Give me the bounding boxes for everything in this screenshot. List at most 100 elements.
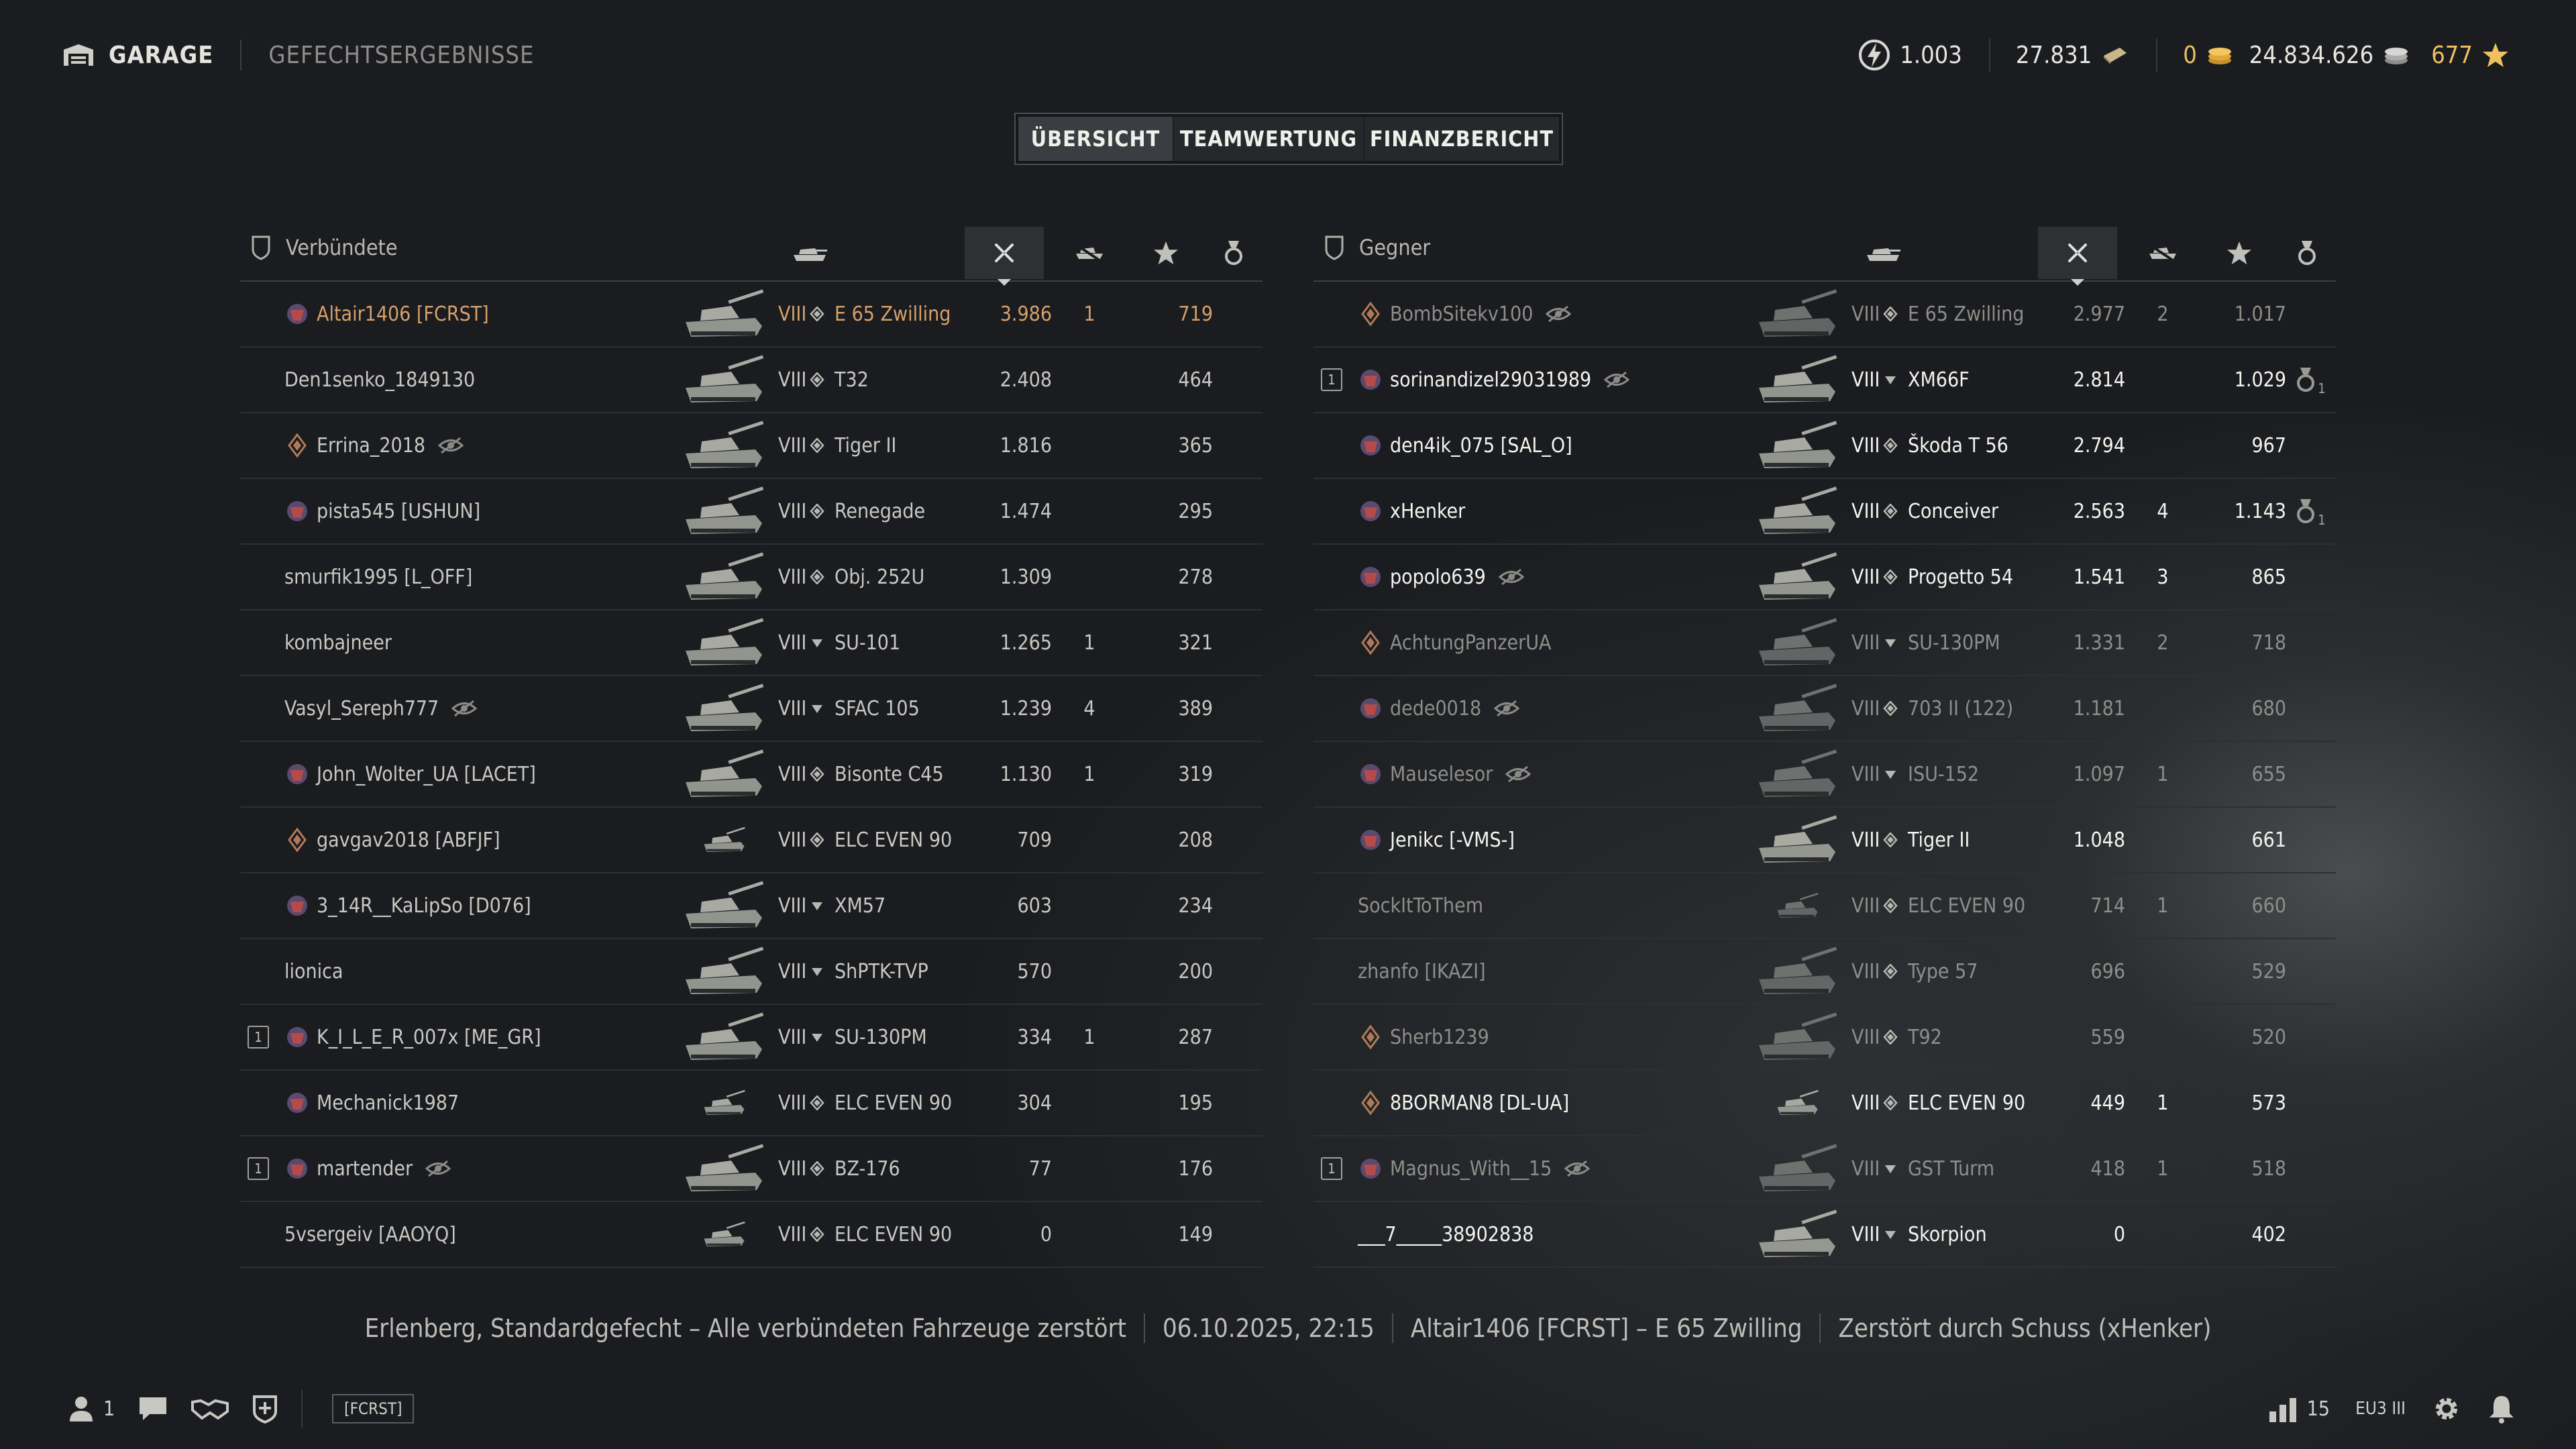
damage-value: 0 xyxy=(2113,1222,2125,1246)
table-row[interactable]: zhanfo [IKAZI] VIII Type 57 696 529 xyxy=(1313,939,2336,1005)
player-name[interactable]: pista545 [USHUN] xyxy=(317,479,480,543)
table-row[interactable]: SockItToThem VIII ELC EVEN 90 714 1 660 xyxy=(1313,873,2336,939)
platoon-badge: 1 xyxy=(247,1005,270,1069)
vehicle-name: SU-130PM xyxy=(1908,631,2000,655)
credits[interactable]: 24.834.626 xyxy=(2249,42,2410,69)
table-row[interactable]: gavgav2018 [ABFJF] VIII ELC EVEN 90 709 208 xyxy=(240,808,1263,873)
clan-emblem-icon xyxy=(1360,830,1381,850)
chat-button[interactable] xyxy=(138,1395,168,1422)
damage-value: 1.048 xyxy=(2073,828,2125,852)
player-name[interactable]: Den1senko_1849130 xyxy=(284,347,475,412)
table-row[interactable]: Altair1406 [FCRST] VIII E 65 Zwilling 3.986… xyxy=(240,282,1263,347)
player-name[interactable]: SockItToThem xyxy=(1358,873,1483,938)
player-name[interactable]: AchtungPanzerUA xyxy=(1390,610,1551,675)
player-name[interactable]: 8BORMAN8 [DL-UA] xyxy=(1390,1071,1569,1135)
vehicle-column-header[interactable] xyxy=(1853,227,1913,279)
damage-value: 1.130 xyxy=(1000,762,1052,786)
bonds[interactable]: 27.831 xyxy=(2016,42,2129,69)
tab-financial-report[interactable]: FINANZBERICHT xyxy=(1364,117,1559,161)
vehicle-image xyxy=(679,1136,770,1201)
player-name[interactable]: BombSitekv100 xyxy=(1390,282,1572,346)
medals-column-header[interactable] xyxy=(2284,227,2330,279)
table-row[interactable]: popolo639 VIII Progetto 54 1.541 3 865 xyxy=(1313,545,2336,610)
friends-count: 1 xyxy=(103,1397,115,1421)
friends-button[interactable]: 1 xyxy=(67,1395,115,1423)
table-row[interactable]: ___7_____38902838 VIII Skorpion 0 402 xyxy=(1313,1202,2336,1268)
xp-column-header[interactable] xyxy=(1132,227,1199,279)
table-row[interactable]: smurfik1995 [L_OFF] VIII Obj. 252U 1.309 278 xyxy=(240,545,1263,610)
table-row[interactable]: 1 K_I_L_E_R_007x [ME_GR] VIII SU-130PM 334 1 2… xyxy=(240,1005,1263,1071)
player-name[interactable]: lionica xyxy=(284,939,343,1004)
player-name[interactable]: K_I_L_E_R_007x [ME_GR] xyxy=(317,1005,541,1069)
table-row[interactable]: 1 martender VIII BZ-176 77 176 xyxy=(240,1136,1263,1202)
kills-column-header[interactable] xyxy=(1056,227,1123,279)
stars[interactable]: 677 xyxy=(2431,42,2509,69)
damage-column-header[interactable] xyxy=(2038,227,2117,286)
player-name[interactable]: popolo639 xyxy=(1390,545,1525,609)
table-row[interactable]: 8BORMAN8 [DL-UA] VIII ELC EVEN 90 449 1 573 xyxy=(1313,1071,2336,1136)
xp-value: 1.017 xyxy=(2234,302,2286,326)
xp-column-header[interactable] xyxy=(2206,227,2273,279)
player-name[interactable]: gavgav2018 [ABFJF] xyxy=(317,808,500,872)
table-row[interactable]: Errina_2018 VIII Tiger II 1.816 365 xyxy=(240,413,1263,479)
table-row[interactable]: 3_14R__KaLipSo [D076] VIII XM57 603 234 xyxy=(240,873,1263,939)
player-name[interactable]: Sherb1239 xyxy=(1390,1005,1489,1069)
damage-column-header[interactable] xyxy=(965,227,1044,286)
tab-overview[interactable]: ÜBERSICHT xyxy=(1018,117,1174,161)
player-name[interactable]: Mechanick1987 xyxy=(317,1071,459,1135)
player-name[interactable]: sorinandizel29031989 xyxy=(1390,347,1630,412)
table-row[interactable]: 1 sorinandizel29031989 VIII XM66F 2.814 1.029… xyxy=(1313,347,2336,413)
table-row[interactable]: AchtungPanzerUA VIII SU-130PM 1.331 2 718 xyxy=(1313,610,2336,676)
player-name[interactable]: zhanfo [IKAZI] xyxy=(1358,939,1486,1004)
player-name[interactable]: kombajneer xyxy=(284,610,392,675)
table-row[interactable]: Vasyl_Sereph777 VIII SFAC 105 1.239 4 389 xyxy=(240,676,1263,742)
player-name[interactable]: 5vsergeiv [AAOYQ] xyxy=(284,1202,456,1267)
player-name[interactable]: Errina_2018 xyxy=(317,413,464,478)
player-name[interactable]: martender xyxy=(317,1136,451,1201)
player-name[interactable]: smurfik1995 [L_OFF] xyxy=(284,545,472,609)
free-xp[interactable]: 1.003 xyxy=(1858,39,1962,71)
table-row[interactable]: 5vsergeiv [AAOYQ] VIII ELC EVEN 90 0 149 xyxy=(240,1202,1263,1268)
player-name[interactable]: John_Wolter_UA [LACET] xyxy=(317,742,536,806)
referral-button[interactable] xyxy=(191,1395,229,1422)
player-name[interactable]: Jenikc [-VMS-] xyxy=(1390,808,1515,872)
player-name[interactable]: Mauselesor xyxy=(1390,742,1532,806)
table-row[interactable]: Mauselesor VIII ISU-152 1.097 1 655 xyxy=(1313,742,2336,808)
table-row[interactable]: lionica VIII ShPTK-TVP 570 200 xyxy=(240,939,1263,1005)
kills-column-header[interactable] xyxy=(2129,227,2196,279)
player-name[interactable]: ___7_____38902838 xyxy=(1358,1202,1534,1267)
gold[interactable]: 0 xyxy=(2183,42,2233,69)
damage-value: 304 xyxy=(1017,1091,1052,1115)
player-name[interactable]: 3_14R__KaLipSo [D076] xyxy=(317,873,531,938)
player-name[interactable]: xHenker xyxy=(1390,479,1465,543)
garage-link[interactable]: GARAGE xyxy=(62,42,213,69)
table-row[interactable]: xHenker VIII Conceiver 2.563 4 1.143 1 xyxy=(1313,479,2336,545)
table-row[interactable]: BombSitekv100 VIII E 65 Zwilling 2.977 2 1.01… xyxy=(1313,282,2336,347)
vehicle-column-header[interactable] xyxy=(780,227,840,279)
player-name[interactable]: Vasyl_Sereph777 xyxy=(284,676,478,741)
notifications-button[interactable] xyxy=(2487,1393,2516,1424)
table-row[interactable]: pista545 [USHUN] VIII Renegade 1.474 295 xyxy=(240,479,1263,545)
settings-button[interactable] xyxy=(2431,1393,2462,1424)
damage-value: 1.097 xyxy=(2073,762,2125,786)
table-row[interactable]: John_Wolter_UA [LACET] VIII Bisonte C45 1.1… xyxy=(240,742,1263,808)
tab-team-score[interactable]: TEAMWERTUNG xyxy=(1174,117,1364,161)
table-row[interactable]: Sherb1239 VIII T92 559 520 xyxy=(1313,1005,2336,1071)
clan-tag[interactable]: [FCRST] xyxy=(332,1394,415,1424)
player-name-text: Mauselesor xyxy=(1390,762,1493,786)
player-name[interactable]: Magnus_With__15 xyxy=(1390,1136,1591,1201)
table-row[interactable]: Jenikc [-VMS-] VIII Tiger II 1.048 661 xyxy=(1313,808,2336,873)
table-row[interactable]: Mechanick1987 VIII ELC EVEN 90 304 195 xyxy=(240,1071,1263,1136)
clan-button[interactable] xyxy=(252,1394,278,1424)
table-row[interactable]: Den1senko_1849130 VIII T32 2.408 464 xyxy=(240,347,1263,413)
player-name[interactable]: den4ik_075 [SAL_O] xyxy=(1390,413,1572,478)
table-row[interactable]: 1 Magnus_With__15 VIII GST Turm 418 1 518 xyxy=(1313,1136,2336,1202)
medals-column-header[interactable] xyxy=(1210,227,1257,279)
player-name[interactable]: dede0018 xyxy=(1390,676,1520,741)
table-row[interactable]: den4ik_075 [SAL_O] VIII Škoda T 56 2.794 967 xyxy=(1313,413,2336,479)
table-row[interactable]: dede0018 VIII 703 II (122) 1.181 680 xyxy=(1313,676,2336,742)
kills-value xyxy=(1056,413,1123,478)
server-selector[interactable]: EU3 III xyxy=(2355,1399,2406,1419)
table-row[interactable]: kombajneer VIII SU-101 1.265 1 321 xyxy=(240,610,1263,676)
player-name[interactable]: Altair1406 [FCRST] xyxy=(317,282,489,346)
